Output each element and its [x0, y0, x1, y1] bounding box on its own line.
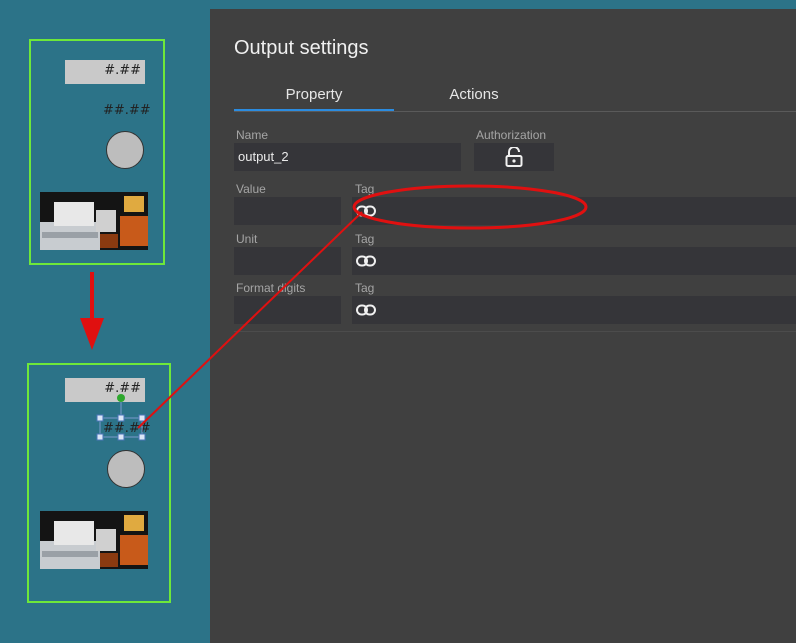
panel-title: Output settings	[234, 37, 369, 59]
unit-label: Unit	[236, 232, 258, 246]
knob[interactable]	[106, 131, 144, 169]
name-label: Name	[236, 128, 269, 142]
section-divider	[234, 331, 796, 332]
knob[interactable]	[107, 450, 145, 488]
unlock-icon	[505, 147, 523, 167]
value-label: Value	[236, 182, 266, 196]
tab-property[interactable]: Property	[234, 86, 394, 103]
format-digits-tag-label: Tag	[355, 281, 375, 295]
unit-input[interactable]	[234, 247, 341, 275]
output-text[interactable]: ##.##	[103, 103, 151, 118]
format-digits-label: Format digits	[236, 281, 306, 295]
value-tag-label: Tag	[355, 182, 375, 196]
name-input[interactable]: output_2	[234, 143, 461, 171]
value-tag-field[interactable]	[352, 197, 796, 225]
unit-tag-field[interactable]	[352, 247, 796, 275]
authorization-label: Authorization	[476, 128, 547, 142]
link-icon[interactable]	[356, 205, 376, 217]
output-text-selected[interactable]: ##.##	[103, 421, 151, 436]
canvas-card-bottom[interactable]: #.## ##.##	[27, 363, 171, 603]
down-arrow-head-icon	[80, 318, 104, 350]
format-field[interactable]: #.##	[65, 60, 145, 84]
format-field[interactable]: #.##	[65, 378, 145, 402]
output-settings-panel: Output settings Property Actions Name ou…	[210, 9, 796, 643]
link-icon[interactable]	[356, 255, 376, 267]
canvas-card-top[interactable]: #.## ##.##	[29, 39, 165, 265]
active-tab-indicator	[234, 109, 394, 111]
tab-actions[interactable]: Actions	[394, 86, 554, 103]
tab-divider	[234, 111, 796, 112]
value-input[interactable]	[234, 197, 341, 225]
unit-tag-label: Tag	[355, 232, 375, 246]
machine-image[interactable]	[40, 511, 148, 569]
format-digits-tag-field[interactable]	[352, 296, 796, 324]
link-icon[interactable]	[356, 304, 376, 316]
authorization-button[interactable]	[474, 143, 554, 171]
format-digits-input[interactable]	[234, 296, 341, 324]
machine-image[interactable]	[40, 192, 148, 250]
